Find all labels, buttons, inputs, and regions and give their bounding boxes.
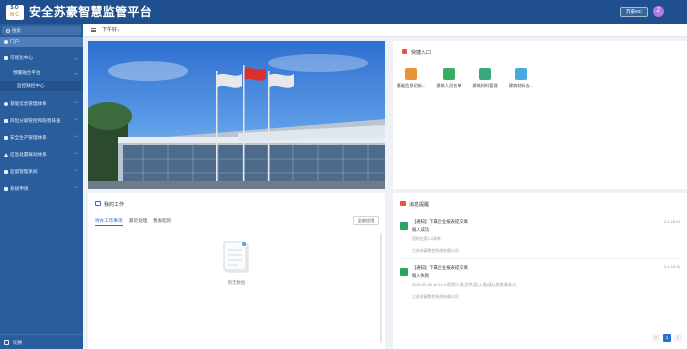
gear-icon	[4, 101, 8, 106]
tab-recent[interactable]: 最近处理	[129, 218, 147, 224]
shield-icon	[4, 118, 8, 123]
sidebar-item-emergency[interactable]: 应急处置联动体系 ﹀	[0, 150, 83, 160]
chevron-down-icon: ﹀	[74, 169, 78, 174]
logo-top-text: SO	[10, 5, 20, 11]
building-photo	[88, 54, 385, 189]
sidebar-item-visualization[interactable]: 可视化中心 ︿	[0, 53, 83, 63]
greeting-text: 下午好，	[102, 27, 123, 33]
sidebar-item-label: 风险分级管控和隐患排查	[10, 118, 61, 123]
quick-item-basic-info[interactable]: 基础信息初始...	[393, 68, 429, 89]
message-detail: 您的应用1.0表单	[412, 236, 441, 241]
quick-item-material-out[interactable]: 建筑材料去...	[503, 68, 539, 89]
my-work-title: 我的工作	[104, 202, 125, 208]
sidebar-search-input[interactable]: 搜索	[2, 26, 81, 35]
all-apps-button[interactable]: 全部应用	[353, 216, 379, 225]
person-list-icon	[443, 68, 455, 80]
quick-item-label: 建筑材料去...	[508, 83, 534, 88]
tab-initiated[interactable]: 我发起的	[153, 218, 171, 224]
user-menu-button[interactable]: 苏豪MC	[620, 7, 648, 17]
sidebar-item-label: 门户	[10, 39, 20, 44]
chevron-down-icon: ﹀	[74, 118, 78, 123]
scrollbar[interactable]	[380, 233, 382, 343]
message-time: 2-1 10:17	[664, 219, 681, 224]
message-org: 江苏苏豪数控系统有限公司	[412, 294, 459, 299]
alert-icon	[4, 152, 8, 157]
sidebar-item-label: 可视化中心	[10, 55, 33, 60]
message-title: 【通知】下属企业报表提交填	[412, 265, 468, 270]
briefcase-icon	[95, 201, 101, 206]
search-placeholder: 搜索	[12, 28, 21, 33]
sidebar-item-warning-platform[interactable]: 预警融合平台 ︿	[0, 68, 83, 78]
message-detail: 2020-02-06 10:11:13您的人员(文件)类(入表)请认失败请求(2…	[412, 282, 517, 287]
sidebar-item-label: 系统申请	[10, 186, 29, 191]
messages-title: 消息提醒	[409, 202, 430, 208]
sidebar-item-risk-control[interactable]: 风险分级管控和隐患排查 ﹀	[0, 116, 83, 126]
chevron-down-icon: ﹀	[74, 186, 78, 191]
sidebar-item-supervision[interactable]: 监督管理系统 ﹀	[0, 167, 83, 177]
message-title-2: 报入成功	[412, 227, 430, 232]
sidebar-item-label: 监督管理系统	[10, 169, 38, 174]
menu-toggle-icon[interactable]	[91, 28, 96, 32]
chevron-down-icon: ﹀	[74, 101, 78, 106]
sidebar-item-label: 预警融合平台	[13, 70, 41, 75]
eye-icon	[4, 169, 8, 174]
pagination-page-1[interactable]: 1	[663, 334, 671, 342]
pagination-next[interactable]: >	[674, 334, 682, 342]
app-header: SO MC 安全苏豪智慧监管平台 苏豪MC Z	[0, 0, 687, 24]
quick-entry-title: 快捷入口	[411, 50, 432, 56]
divider	[400, 258, 680, 259]
quick-item-label: 基础信息初始...	[396, 83, 426, 88]
quick-entry-panel: 快捷入口 基础信息初始... 建筑人员名单 建筑材料管理 建筑材料去...	[393, 41, 687, 189]
quick-item-staff-list[interactable]: 建筑人员名单	[431, 68, 467, 89]
notification-icon	[400, 268, 408, 276]
app-title: 安全苏豪智慧监管平台	[29, 5, 153, 19]
quick-item-label: 建筑材料管理	[472, 83, 498, 88]
switch-icon	[4, 340, 9, 345]
quick-item-label: 建筑人员名单	[436, 83, 462, 88]
people-icon	[479, 68, 491, 80]
chevron-up-icon: ︿	[74, 55, 78, 60]
my-work-panel: 我的工作 待办工作事项 最近处理 我发起的 全部应用 暂无数据	[88, 193, 385, 349]
sidebar: 搜索 门户 可视化中心 ︿ 预警融合平台 ︿ 监控联控中心 基础信息管理体系 ﹀…	[0, 24, 83, 349]
sidebar-footer-label: 切换	[13, 340, 23, 345]
top-bar: 下午好，	[83, 24, 687, 37]
mail-icon	[400, 201, 406, 206]
message-title-2: 报入失败	[412, 273, 430, 278]
sidebar-item-safety-production[interactable]: 安全生产管理体系 ﹀	[0, 133, 83, 143]
sidebar-item-system-apply[interactable]: 系统申请 ﹀	[0, 184, 83, 194]
chevron-up-icon: ︿	[74, 70, 78, 75]
sidebar-item-label: 应急处置联动体系	[10, 152, 47, 157]
chevron-down-icon: ﹀	[74, 135, 78, 140]
sidebar-item-label: 安全生产管理体系	[10, 135, 47, 140]
circle-icon	[4, 39, 8, 44]
quick-entry-icon	[402, 49, 407, 54]
notification-icon	[400, 222, 408, 230]
quick-item-material-mgmt[interactable]: 建筑材料管理	[467, 68, 503, 89]
messages-panel: 消息提醒 【通知】下属企业报表提交填 报入成功 您的应用1.0表单 江苏苏豪数控…	[393, 193, 687, 349]
sidebar-item-monitor-center[interactable]: 监控联控中心	[0, 81, 83, 91]
monitor-icon	[4, 55, 8, 60]
sidebar-item-label: 基础信息管理体系	[10, 101, 47, 106]
sidebar-item-basic-info[interactable]: 基础信息管理体系 ﹀	[0, 99, 83, 109]
tab-todo[interactable]: 待办工作事项	[95, 218, 123, 226]
sidebar-item-label: 监控联控中心	[17, 83, 45, 88]
logo-bottom-text: MC	[10, 12, 20, 18]
sidebar-switch-button[interactable]: 切换	[0, 334, 83, 349]
avatar[interactable]: Z	[653, 6, 664, 17]
message-org: 江苏苏豪数控系统有限公司	[412, 248, 459, 253]
message-title: 【通知】下属企业报表提交填	[412, 219, 468, 224]
shield-icon	[4, 135, 8, 140]
logo: SO MC	[6, 5, 24, 20]
search-icon	[6, 28, 10, 33]
pagination-prev[interactable]: <	[652, 334, 660, 342]
empty-state-icon	[223, 241, 249, 273]
banner-image	[88, 41, 385, 189]
chevron-down-icon: ﹀	[74, 152, 78, 157]
document-icon	[405, 68, 417, 80]
sidebar-item-portal[interactable]: 门户	[0, 37, 83, 47]
chat-icon	[515, 68, 527, 80]
grid-icon	[4, 186, 8, 191]
message-time: 2-1 10:11	[664, 264, 681, 269]
empty-state-label: 暂无数据	[227, 280, 246, 285]
